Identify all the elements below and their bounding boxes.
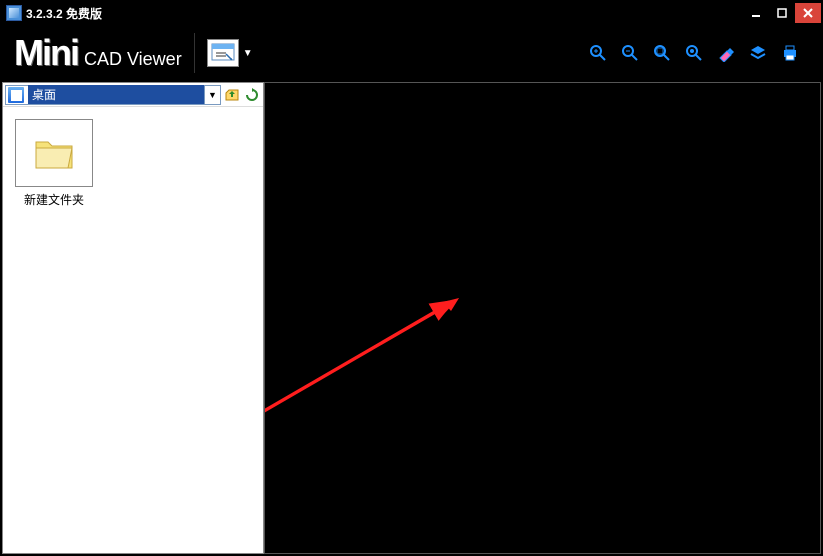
close-button[interactable] bbox=[795, 3, 821, 23]
annotation-arrow bbox=[265, 83, 821, 553]
window-title: 3.2.3.2 免费版 bbox=[26, 5, 743, 22]
minimize-button[interactable] bbox=[743, 3, 769, 23]
view-tools bbox=[589, 44, 809, 62]
location-label: 桌面 bbox=[28, 85, 204, 104]
location-bar: 桌面 ▼ bbox=[3, 83, 263, 107]
zoom-in-icon bbox=[589, 44, 607, 62]
print-icon bbox=[781, 44, 799, 62]
up-folder-icon bbox=[224, 87, 240, 103]
document-select-icon bbox=[207, 39, 239, 67]
logo-sub-text: CAD Viewer bbox=[84, 49, 182, 70]
minimize-icon bbox=[750, 7, 762, 19]
location-combo[interactable]: 桌面 ▼ bbox=[5, 85, 221, 105]
print-button[interactable] bbox=[781, 44, 799, 62]
window-controls bbox=[743, 3, 821, 23]
main-toolbar: Mini CAD Viewer ▼ bbox=[2, 24, 821, 82]
title-bar: 3.2.3.2 免费版 bbox=[2, 2, 821, 24]
file-list: 新建文件夹 bbox=[3, 107, 263, 553]
zoom-out-icon bbox=[621, 44, 639, 62]
maximize-icon bbox=[776, 7, 788, 19]
open-document-button[interactable]: ▼ bbox=[207, 39, 253, 67]
zoom-out-button[interactable] bbox=[621, 44, 639, 62]
desktop-icon bbox=[8, 87, 24, 103]
folder-icon bbox=[32, 134, 76, 172]
list-item[interactable]: 新建文件夹 bbox=[15, 119, 93, 208]
erase-button[interactable] bbox=[717, 44, 735, 62]
main-body: 桌面 ▼ 新建文件夹 bbox=[2, 82, 821, 554]
refresh-button[interactable] bbox=[243, 86, 261, 104]
close-icon bbox=[801, 6, 815, 20]
layers-button[interactable] bbox=[749, 44, 767, 62]
layers-icon bbox=[749, 44, 767, 62]
zoom-fit-icon bbox=[653, 44, 671, 62]
refresh-icon bbox=[244, 87, 260, 103]
red-arrow-icon bbox=[265, 83, 821, 553]
cad-viewport[interactable] bbox=[264, 82, 821, 554]
erase-icon bbox=[717, 44, 735, 62]
folder-name-label: 新建文件夹 bbox=[15, 191, 93, 208]
up-folder-button[interactable] bbox=[223, 86, 241, 104]
dropdown-arrow-icon: ▼ bbox=[243, 48, 253, 59]
zoom-fit-button[interactable] bbox=[653, 44, 671, 62]
zoom-in-button[interactable] bbox=[589, 44, 607, 62]
annotation-arrow-head bbox=[265, 83, 821, 553]
app-window: 3.2.3.2 免费版 Mini CAD Viewer bbox=[0, 0, 823, 556]
maximize-button[interactable] bbox=[769, 3, 795, 23]
zoom-window-button[interactable] bbox=[685, 44, 703, 62]
toolbar-divider bbox=[194, 33, 195, 73]
file-browser-panel: 桌面 ▼ 新建文件夹 bbox=[2, 82, 264, 554]
app-logo: Mini CAD Viewer bbox=[14, 32, 182, 74]
folder-thumbnail bbox=[15, 119, 93, 187]
logo-main-text: Mini bbox=[14, 32, 78, 74]
combo-arrow-icon: ▼ bbox=[204, 86, 220, 104]
app-icon bbox=[6, 5, 22, 21]
zoom-window-icon bbox=[685, 44, 703, 62]
